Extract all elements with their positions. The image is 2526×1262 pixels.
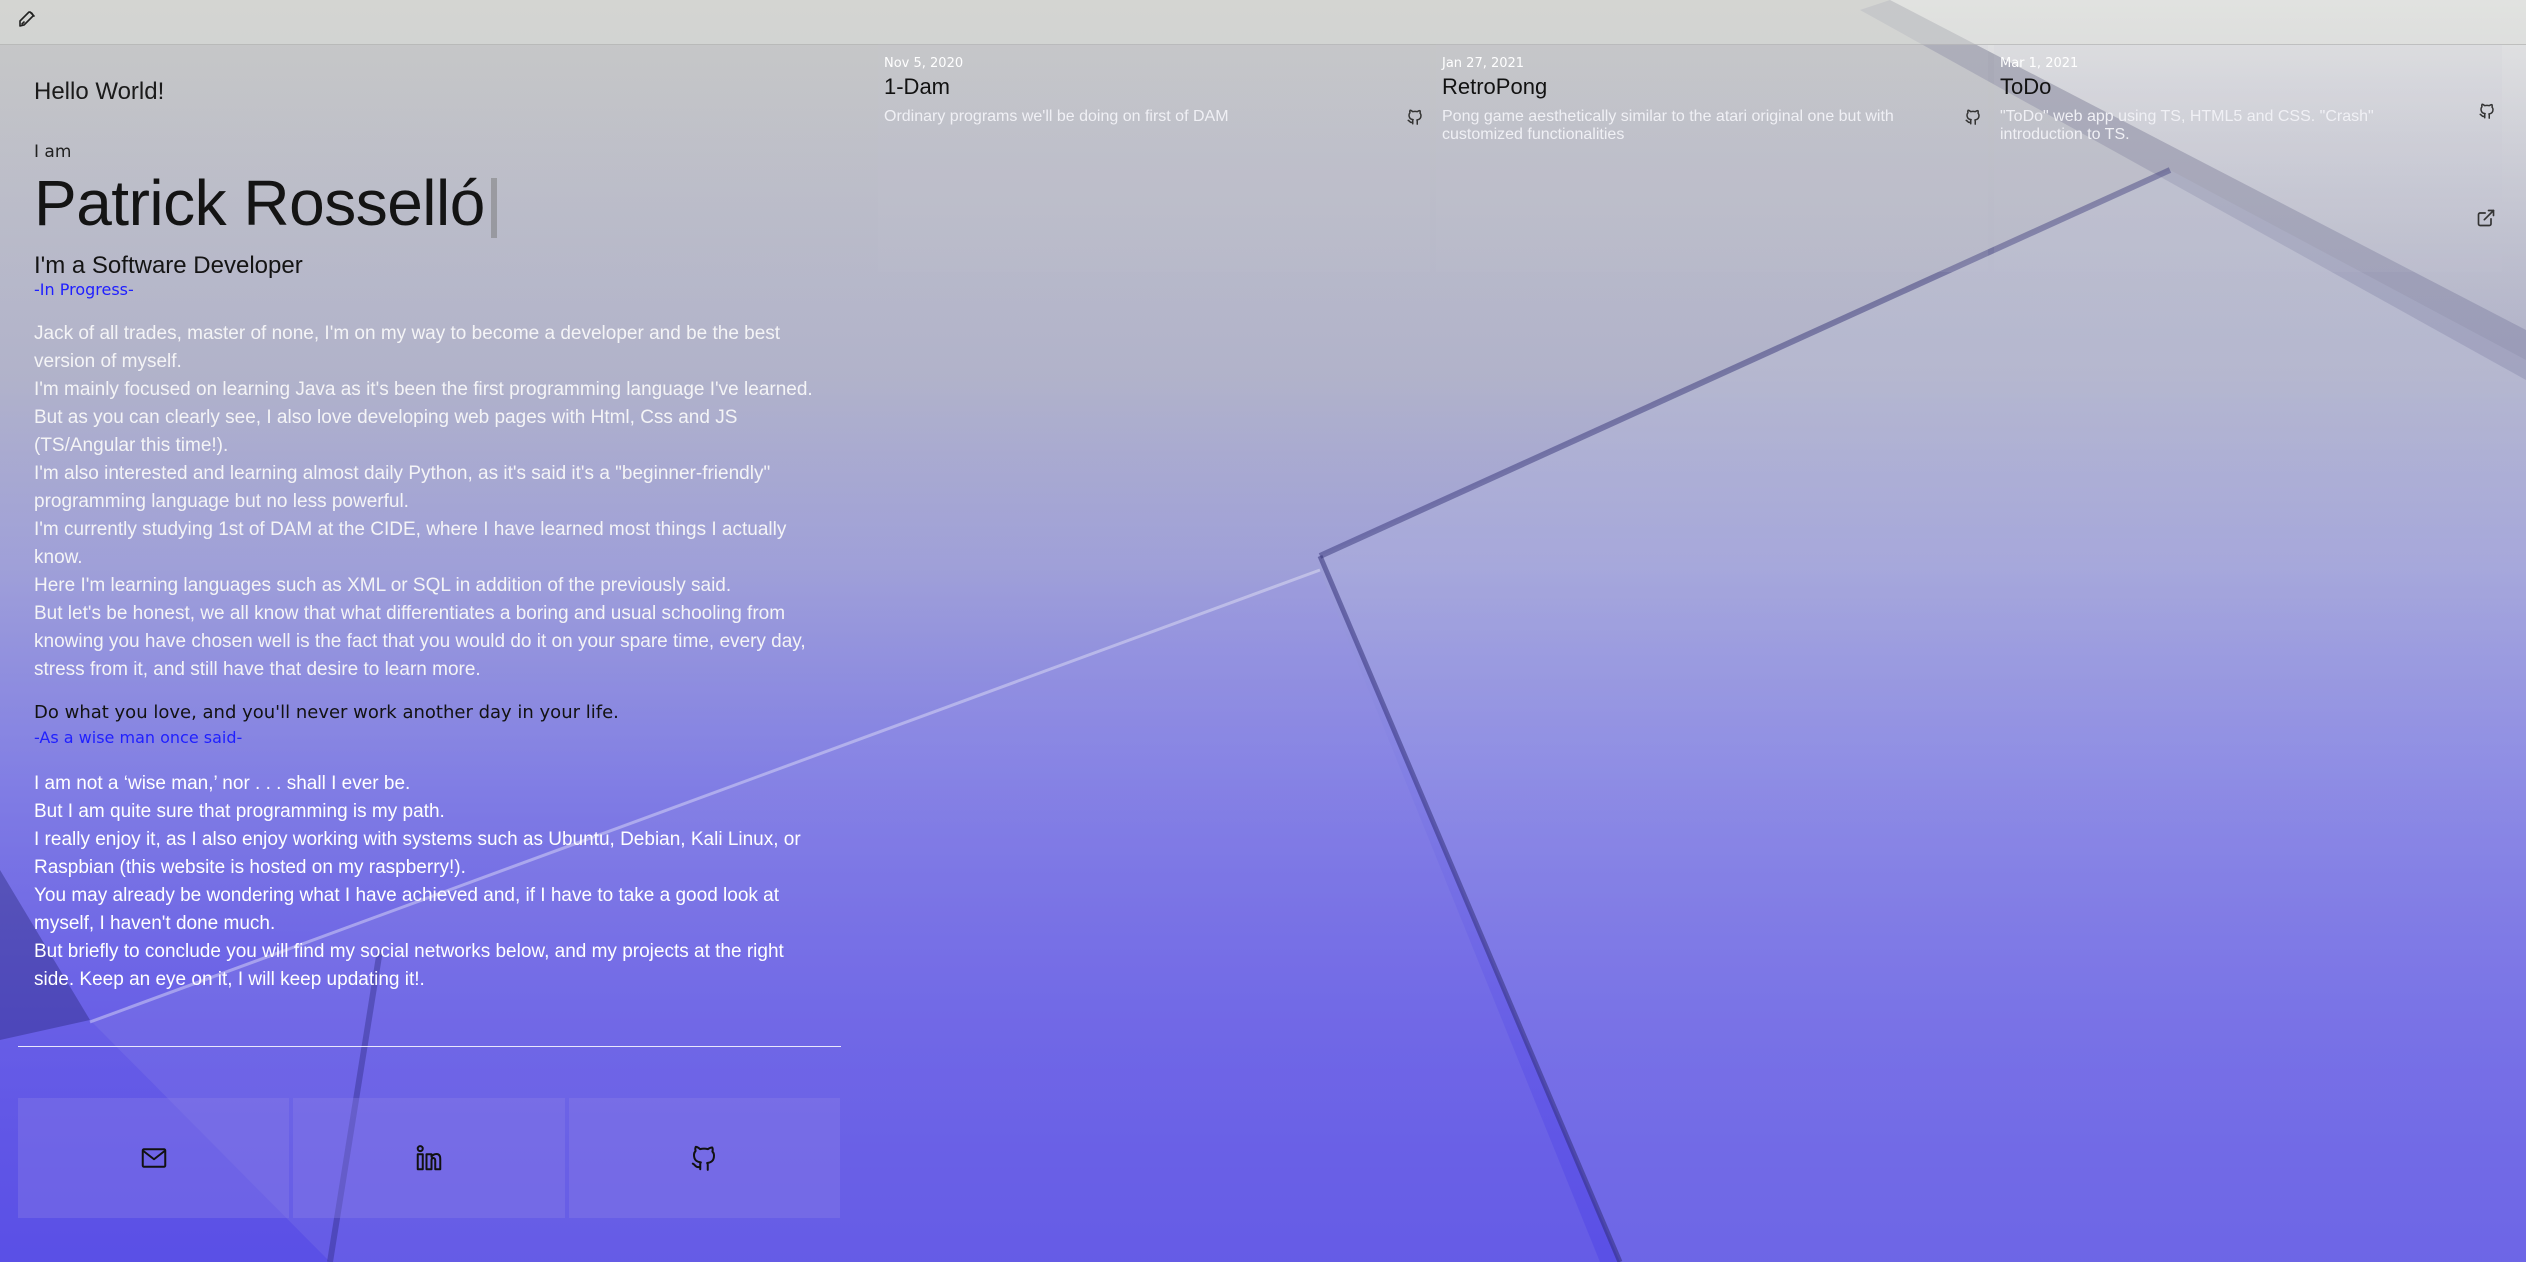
about-paragraph: But let's be honest, we all know that wh… [34,603,806,680]
conclusion-paragraph: But briefly to conclude you will find my… [34,941,784,990]
github-icon [692,1145,716,1171]
conclusion-paragraph: I really enjoy it, as I also enjoy worki… [34,829,801,878]
project-description: Pong game aesthetically similar to the a… [1442,108,1894,143]
about-paragraph: But as you can clearly see, I also love … [34,407,738,456]
project-date: Jan 27, 2021 [1442,56,1525,71]
project-card-retropong[interactable]: Jan 27, 2021 RetroPong Pong game aesthet… [1436,44,1988,272]
about-paragraph: Here I'm learning languages such as XML … [34,575,732,596]
external-link-icon[interactable] [2476,208,2496,228]
about-paragraph: Jack of all trades, master of none, I'm … [34,323,781,372]
card-panel [878,44,1430,272]
about-paragraph: I'm currently studying 1st of DAM at the… [34,519,787,568]
mail-icon [141,1148,166,1168]
i-am-label: I am [34,142,72,162]
github-icon[interactable] [1406,108,1424,126]
project-date: Nov 5, 2020 [884,56,964,71]
linkedin-icon [416,1145,442,1171]
conclusion-paragraph: But I am quite sure that programming is … [34,801,445,822]
project-description: "ToDo" web app using TS, HTML5 and CSS. … [2000,108,2374,143]
github-link[interactable] [568,1098,840,1218]
divider [18,1046,841,1047]
top-bar [0,0,2526,45]
conclusion-paragraph: You may already be wondering what I have… [34,885,780,934]
project-title[interactable]: 1-Dam [884,74,950,100]
project-description: Ordinary programs we'll be doing on firs… [884,108,1229,125]
social-links [18,1098,840,1218]
rocket-icon[interactable] [16,6,40,30]
quote: Do what you love, and you'll never work … [34,702,619,723]
role-subtitle: I'm a Software Developer [34,252,303,279]
project-date: Mar 1, 2021 [2000,56,2079,71]
github-icon[interactable] [2478,102,2496,120]
card-panel [1994,44,2502,272]
status-badge: -In Progress- [34,280,134,299]
project-card-1dam[interactable]: Nov 5, 2020 1-Dam Ordinary programs we'l… [878,44,1430,272]
page-title: Patrick Rosselló [34,166,497,240]
project-title[interactable]: ToDo [2000,74,2051,100]
about-text: Jack of all trades, master of none, I'm … [34,320,829,684]
project-title[interactable]: RetroPong [1442,74,1547,100]
about-paragraph: I'm also interested and learning almost … [34,463,771,512]
email-link[interactable] [18,1098,290,1218]
name-text: Patrick Rosselló [34,167,485,239]
about-paragraph: I'm mainly focused on learning Java as i… [34,379,813,400]
github-icon[interactable] [1964,108,1982,126]
greeting: Hello World! [34,78,165,105]
conclusion-text: I am not a ‘wise man,’ nor . . . shall I… [34,770,829,994]
conclusion-paragraph: I am not a ‘wise man,’ nor . . . shall I… [34,773,411,794]
project-card-todo[interactable]: Mar 1, 2021 ToDo "ToDo" web app using TS… [1994,44,2502,272]
linkedin-link[interactable] [293,1098,565,1218]
typing-caret [490,178,497,239]
quote-source: -As a wise man once said- [34,728,243,747]
